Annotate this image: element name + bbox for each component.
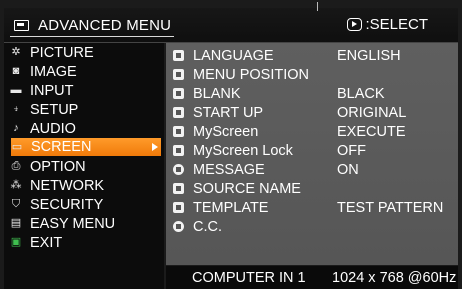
setting-label: SOURCE NAME — [193, 180, 301, 197]
myscreen-icon — [173, 126, 184, 137]
printer-icon: ⎙ — [11, 160, 21, 172]
setting-label: LANGUAGE — [193, 47, 274, 64]
left-menu: ✲ PICTURE ◙ IMAGE ▬ INPUT ⍖ SETUP ♪ AUDI… — [4, 43, 164, 289]
setting-row-cc[interactable]: C.C. — [166, 217, 458, 236]
template-icon — [173, 202, 184, 213]
setting-label: MyScreen Lock — [193, 142, 293, 159]
top-divider-tick — [317, 2, 318, 11]
status-bar: COMPUTER IN 1 1024 x 768 @60Hz — [166, 266, 458, 289]
menu-item-easy-menu[interactable]: ▤ EASY MENU — [10, 214, 162, 233]
setting-row-blank[interactable]: BLANK BLACK — [166, 84, 458, 103]
music-note-icon: ♪ — [13, 122, 19, 134]
setting-value: EXECUTE — [337, 123, 406, 140]
blank-icon — [173, 88, 184, 99]
menu-item-label: EXIT — [30, 234, 63, 251]
setting-row-menu-position[interactable]: MENU POSITION — [166, 65, 458, 84]
start-up-icon — [173, 107, 184, 118]
menu-item-exit[interactable]: ▣ EXIT — [10, 233, 162, 252]
menu-item-label: EASY MENU — [30, 215, 116, 232]
setting-row-myscreen[interactable]: MyScreen EXECUTE — [166, 122, 458, 141]
setting-value: OFF — [337, 142, 366, 159]
network-icon: ⁂ — [10, 179, 22, 191]
menu-item-screen[interactable]: ▭ SCREEN — [11, 138, 161, 156]
select-hint-label: :SELECT — [365, 16, 428, 33]
menu-item-image[interactable]: ◙ IMAGE — [10, 62, 162, 81]
menu-item-label: SCREEN — [31, 139, 92, 155]
select-hint: :SELECT — [347, 16, 428, 33]
setting-label: TEMPLATE — [193, 199, 269, 216]
title-area: ADVANCED MENU — [10, 14, 174, 37]
enter-key-icon — [347, 18, 363, 31]
menu-item-label: IMAGE — [30, 63, 77, 80]
setting-label: C.C. — [193, 218, 222, 235]
setting-value: ORIGINAL — [337, 104, 407, 121]
easy-menu-icon: ▤ — [10, 217, 22, 229]
menu-item-audio[interactable]: ♪ AUDIO — [10, 119, 162, 138]
menu-item-label: OPTION — [30, 158, 86, 175]
setting-row-start-up[interactable]: START UP ORIGINAL — [166, 103, 458, 122]
menu-title: ADVANCED MENU — [38, 16, 172, 34]
setting-label: MESSAGE — [193, 161, 265, 178]
menu-item-label: PICTURE — [30, 44, 94, 61]
menu-item-label: SETUP — [30, 101, 79, 118]
language-icon — [173, 50, 184, 61]
menu-item-security[interactable]: ⛉ SECURITY — [10, 195, 162, 214]
cc-icon — [173, 221, 184, 232]
header-bar: ADVANCED MENU :SELECT — [4, 2, 458, 43]
input-icon: ▬ — [10, 84, 22, 96]
input-source-status: COMPUTER IN 1 — [192, 269, 306, 286]
menu-item-label: AUDIO — [30, 120, 76, 137]
signal-resolution-status: 1024 x 768 @60Hz — [332, 269, 457, 286]
menu-position-icon — [173, 69, 184, 80]
setting-label: START UP — [193, 104, 264, 121]
setting-row-language[interactable]: LANGUAGE ENGLISH — [166, 46, 458, 65]
setting-row-template[interactable]: TEMPLATE TEST PATTERN — [166, 198, 458, 217]
osd-menu: ADVANCED MENU :SELECT ✲ PICTURE ◙ IMAGE … — [0, 0, 462, 289]
setting-row-myscreen-lock[interactable]: MyScreen Lock OFF — [166, 141, 458, 160]
source-name-icon — [173, 183, 184, 194]
menu-card-icon — [14, 19, 29, 31]
menu-item-option[interactable]: ⎙ OPTION — [10, 157, 162, 176]
menu-item-setup[interactable]: ⍖ SETUP — [10, 100, 162, 119]
menu-item-label: SECURITY — [30, 196, 104, 213]
exit-icon: ▣ — [10, 236, 22, 248]
image-icon: ◙ — [12, 65, 20, 77]
setting-row-message[interactable]: MESSAGE ON — [166, 160, 458, 179]
setting-label: BLANK — [193, 85, 241, 102]
sun-icon: ✲ — [11, 46, 21, 58]
setting-label: MyScreen — [193, 123, 259, 140]
setting-value: ON — [337, 161, 359, 178]
submenu-arrow-icon — [152, 143, 158, 151]
setting-value: BLACK — [337, 85, 385, 102]
menu-item-label: INPUT — [30, 82, 74, 99]
setting-row-source-name[interactable]: SOURCE NAME — [166, 179, 458, 198]
menu-item-picture[interactable]: ✲ PICTURE — [10, 43, 162, 62]
menu-item-network[interactable]: ⁂ NETWORK — [10, 176, 162, 195]
lock-icon — [173, 145, 184, 156]
setup-icon: ⍖ — [12, 103, 20, 115]
setting-value: ENGLISH — [337, 47, 401, 64]
message-icon — [173, 164, 184, 175]
menu-item-label: NETWORK — [30, 177, 105, 194]
setting-label: MENU POSITION — [193, 66, 310, 83]
shield-icon: ⛉ — [11, 198, 21, 210]
menu-item-input[interactable]: ▬ INPUT — [10, 81, 162, 100]
setting-value: TEST PATTERN — [337, 199, 444, 216]
screen-icon: ▭ — [11, 140, 23, 153]
screen-settings-panel: LANGUAGE ENGLISH MENU POSITION BLANK BLA… — [166, 43, 458, 265]
